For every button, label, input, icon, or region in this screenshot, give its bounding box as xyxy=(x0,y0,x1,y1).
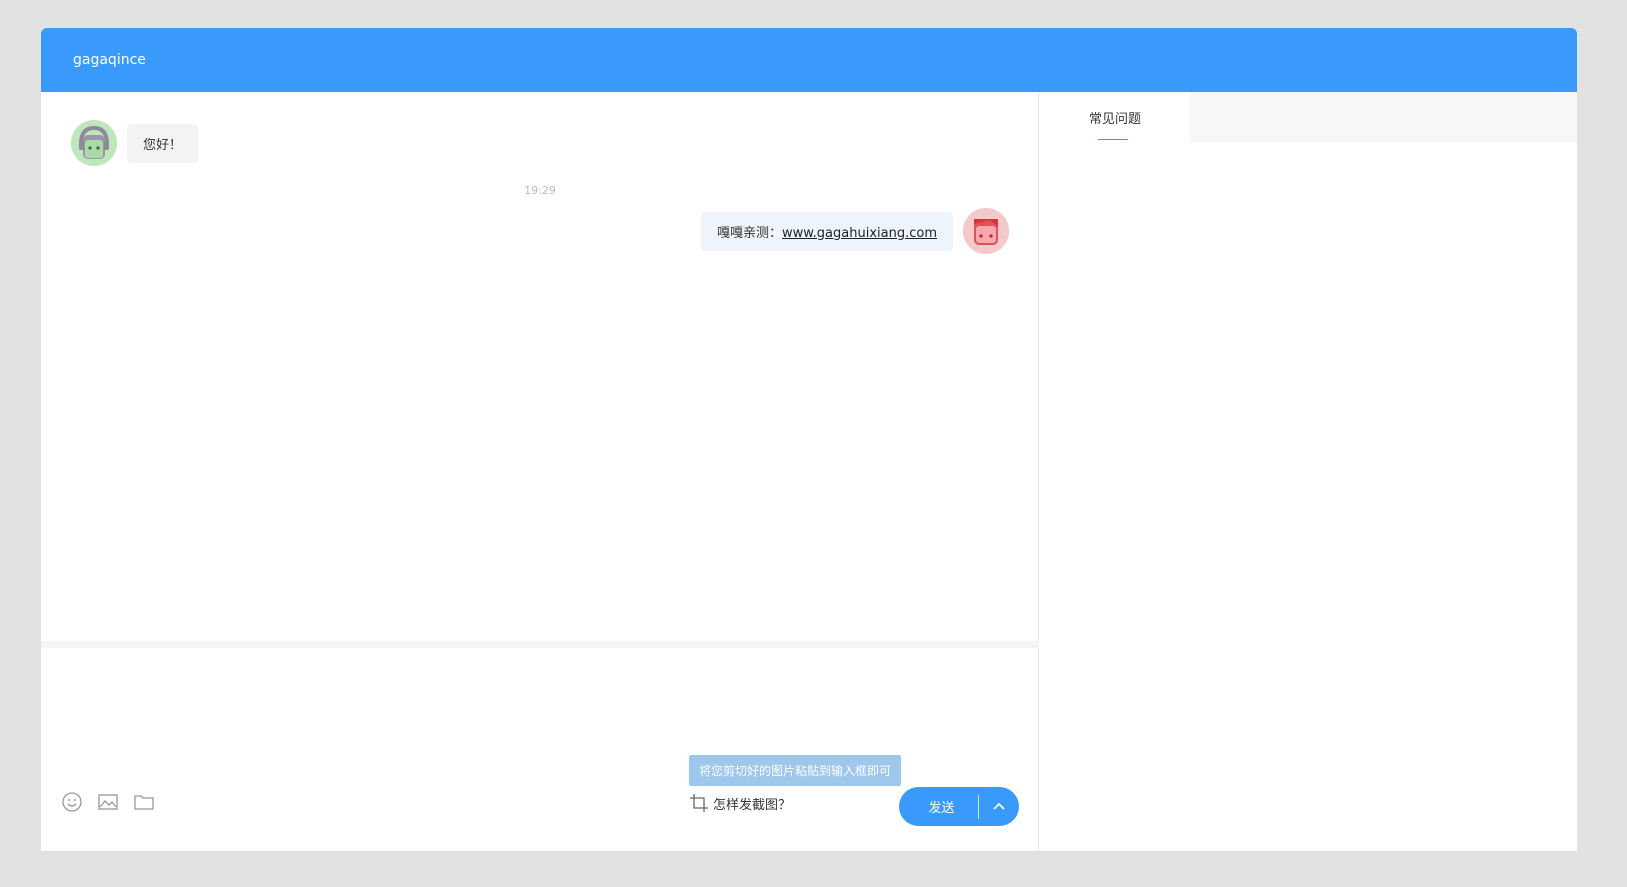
chat-title: gagaqince xyxy=(73,52,146,68)
tab-faq-label: 常见问题 xyxy=(1088,111,1141,127)
image-icon[interactable] xyxy=(97,791,119,813)
message-text: 您好！ xyxy=(143,137,183,153)
chat-header: gagaqince xyxy=(41,28,1577,92)
chat-body: 您好！ 19:29 嘎嘎亲测：www.gagahuixiang.com 将您剪切… xyxy=(41,92,1577,851)
tab-faq[interactable]: 常见问题 xyxy=(1040,92,1190,142)
message-row-user: 嘎嘎亲测：www.gagahuixiang.com xyxy=(700,208,1009,254)
paste-tooltip: 将您剪切好的图片粘贴到输入框即可 xyxy=(689,755,902,786)
chat-window: gagaqince 您好！ 19:29 嘎嘎亲测：www.gagahuixian… xyxy=(41,28,1577,851)
user-avatar-icon xyxy=(963,208,1009,254)
message-bubble-agent: 您好！ xyxy=(127,123,199,163)
composer: 将您剪切好的图片粘贴到输入框即可 怎样发截图？ 发送 xyxy=(41,648,1039,851)
send-button[interactable]: 发送 xyxy=(899,787,978,826)
composer-divider xyxy=(41,641,1039,648)
message-list[interactable]: 您好！ 19:29 嘎嘎亲测：www.gagahuixiang.com xyxy=(41,92,1039,641)
side-panel: 常见问题 xyxy=(1040,92,1577,851)
agent-avatar xyxy=(71,120,117,166)
side-tab-bar: 常见问题 xyxy=(1040,92,1577,142)
composer-toolbar xyxy=(61,791,155,813)
active-tab-indicator xyxy=(1098,139,1128,140)
crop-icon xyxy=(690,794,708,812)
message-prefix: 嘎嘎亲测： xyxy=(716,225,782,241)
message-input[interactable] xyxy=(41,648,1039,768)
chat-pane: 您好！ 19:29 嘎嘎亲测：www.gagahuixiang.com 将您剪切… xyxy=(41,92,1039,851)
message-bubble-user: 嘎嘎亲测：www.gagahuixiang.com xyxy=(700,211,953,251)
send-button-group: 发送 xyxy=(899,787,1019,826)
user-avatar xyxy=(963,208,1009,254)
message-timestamp: 19:29 xyxy=(524,184,556,197)
folder-icon[interactable] xyxy=(133,791,155,813)
chevron-up-icon xyxy=(993,802,1005,810)
message-link[interactable]: www.gagahuixiang.com xyxy=(782,226,937,241)
message-row-agent: 您好！ xyxy=(71,120,199,166)
screenshot-help-label: 怎样发截图？ xyxy=(713,797,792,813)
screenshot-help-link[interactable]: 怎样发截图？ xyxy=(689,793,791,813)
smiley-icon[interactable] xyxy=(61,791,83,813)
send-options-toggle[interactable] xyxy=(979,787,1019,826)
agent-avatar-icon xyxy=(71,120,117,166)
